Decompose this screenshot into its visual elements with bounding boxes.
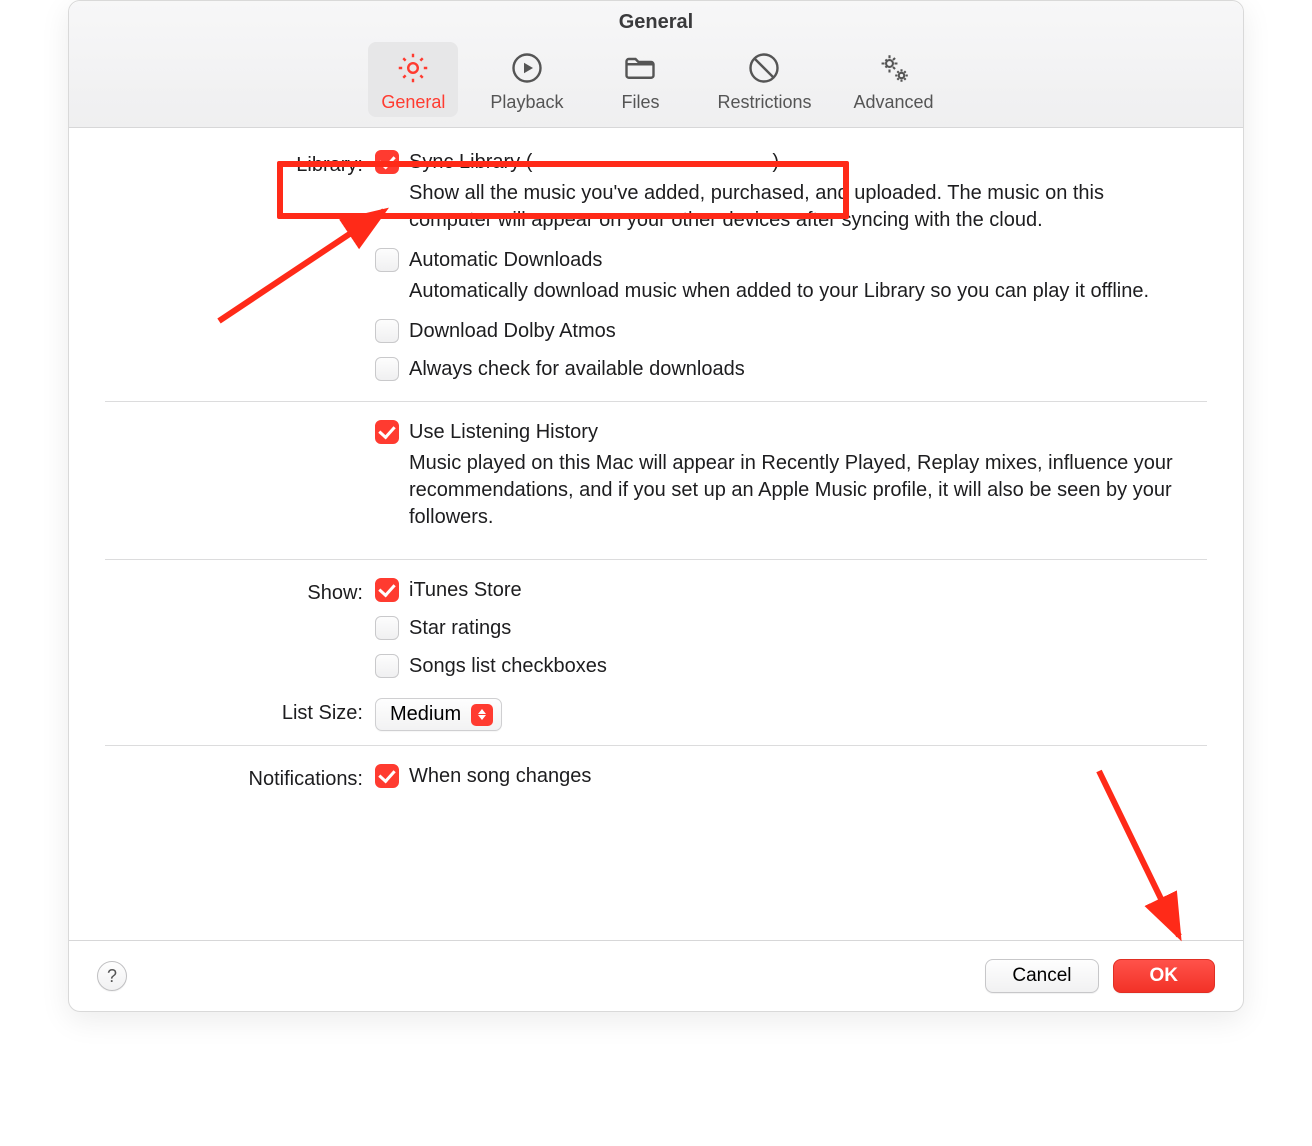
tab-restrictions[interactable]: Restrictions (707, 42, 821, 117)
tab-label: Restrictions (717, 92, 811, 113)
tab-label: Advanced (854, 92, 934, 113)
listening-section: Use Listening History Music played on th… (105, 420, 1207, 545)
show-section: Show: iTunes Store Star ratings Songs li… (105, 578, 1207, 692)
chevron-up-down-icon (471, 704, 493, 726)
songs-checkboxes-checkbox[interactable] (375, 654, 399, 678)
itunes-store-label: iTunes Store (409, 579, 522, 602)
list-size-value: Medium (390, 703, 461, 726)
itunes-store-checkbox[interactable] (375, 578, 399, 602)
dolby-checkbox[interactable] (375, 319, 399, 343)
list-size-label: List Size: (105, 698, 375, 731)
notifications-section: Notifications: When song changes (105, 764, 1207, 794)
divider (105, 745, 1207, 746)
song-changes-row: When song changes (375, 764, 1207, 788)
sync-library-row: Sync Library () (375, 150, 1207, 174)
notifications-label: Notifications: (105, 764, 375, 794)
sync-library-label: Sync Library () (409, 151, 779, 174)
listening-history-row: Use Listening History (375, 420, 1207, 444)
dolby-row: Download Dolby Atmos (375, 319, 1207, 343)
tab-label: General (381, 92, 445, 113)
cancel-button[interactable]: Cancel (985, 959, 1098, 993)
tab-files[interactable]: Files (595, 42, 685, 117)
library-section: Library: Sync Library () Show all the mu… (105, 150, 1207, 387)
redacted-account (532, 153, 772, 171)
tab-playback[interactable]: Playback (480, 42, 573, 117)
play-circle-icon (507, 48, 547, 88)
ok-button[interactable]: OK (1113, 959, 1216, 993)
content-area: Library: Sync Library () Show all the mu… (69, 128, 1243, 940)
tab-general[interactable]: General (368, 42, 458, 117)
star-ratings-row: Star ratings (375, 616, 1207, 640)
itunes-store-row: iTunes Store (375, 578, 1207, 602)
sync-library-text-after: ) (772, 151, 779, 173)
tab-label: Playback (490, 92, 563, 113)
always-check-checkbox[interactable] (375, 357, 399, 381)
show-label: Show: (105, 578, 375, 692)
listening-history-label: Use Listening History (409, 421, 598, 444)
divider (105, 401, 1207, 402)
tab-bar: General Playback Files Restrictions (69, 42, 1243, 117)
help-icon: ? (107, 966, 117, 987)
auto-downloads-desc: Automatically download music when added … (409, 278, 1189, 305)
song-changes-checkbox[interactable] (375, 764, 399, 788)
auto-downloads-checkbox[interactable] (375, 248, 399, 272)
sync-library-text-before: Sync Library ( (409, 151, 532, 173)
no-symbol-icon (744, 48, 784, 88)
songs-checkboxes-label: Songs list checkboxes (409, 655, 607, 678)
star-ratings-label: Star ratings (409, 617, 511, 640)
dolby-label: Download Dolby Atmos (409, 320, 616, 343)
tab-advanced[interactable]: Advanced (844, 42, 944, 117)
help-button[interactable]: ? (97, 961, 127, 991)
sync-library-desc: Show all the music you've added, purchas… (409, 180, 1189, 234)
list-size-section: List Size: Medium (105, 698, 1207, 731)
songs-checkboxes-row: Songs list checkboxes (375, 654, 1207, 678)
star-ratings-checkbox[interactable] (375, 616, 399, 640)
listening-history-desc: Music played on this Mac will appear in … (409, 450, 1189, 531)
always-check-label: Always check for available downloads (409, 358, 745, 381)
divider (105, 559, 1207, 560)
gear-icon (393, 48, 433, 88)
listening-history-checkbox[interactable] (375, 420, 399, 444)
auto-downloads-label: Automatic Downloads (409, 249, 602, 272)
window-title: General (69, 11, 1243, 34)
footer: ? Cancel OK (69, 940, 1243, 1011)
tab-label: Files (621, 92, 659, 113)
list-size-select[interactable]: Medium (375, 698, 502, 731)
preferences-window: General General Playback Files (68, 0, 1244, 1012)
folder-icon (620, 48, 660, 88)
auto-downloads-row: Automatic Downloads (375, 248, 1207, 272)
gears-icon (874, 48, 914, 88)
always-check-row: Always check for available downloads (375, 357, 1207, 381)
sync-library-checkbox[interactable] (375, 150, 399, 174)
library-label: Library: (105, 150, 375, 387)
window-header: General General Playback Files (69, 1, 1243, 128)
song-changes-label: When song changes (409, 765, 591, 788)
